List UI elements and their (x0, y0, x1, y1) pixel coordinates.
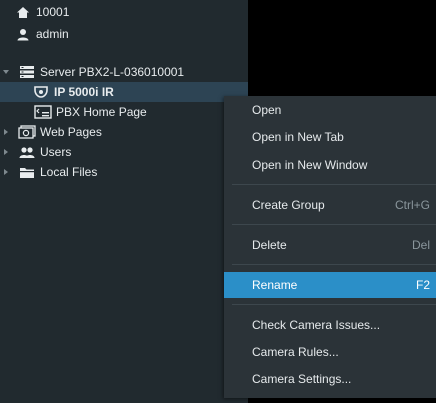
tree-item-label: Web Pages (40, 125, 102, 139)
tree-item-label: IP 5000i IR (54, 85, 114, 99)
home-icon (14, 4, 32, 20)
tree-item-pbx-home-page[interactable]: PBX Home Page (0, 102, 248, 122)
menu-item-label: Check Camera Issues... (252, 318, 381, 332)
tree-item-label: Server PBX2-L-036010001 (40, 65, 185, 79)
menu-item-check-camera-issues[interactable]: Check Camera Issues... (224, 312, 436, 338)
collapse-arrow-icon[interactable] (2, 122, 10, 142)
menu-item-open[interactable]: Open (224, 97, 436, 123)
menu-item-shortcut: Ctrl+G (394, 198, 430, 212)
tree-item-local-files[interactable]: Local Files (0, 162, 248, 182)
collapse-arrow-icon[interactable] (2, 142, 10, 162)
tree-item-label: PBX Home Page (56, 105, 147, 119)
menu-item-shortcut: Del (411, 238, 430, 252)
user-icon (14, 26, 32, 42)
menu-item-open-in-new-tab[interactable]: Open in New Tab (224, 124, 436, 150)
menu-item-camera-rules[interactable]: Camera Rules... (224, 339, 436, 365)
tree-item-users[interactable]: Users (0, 142, 248, 162)
menu-item-shortcut: F2 (415, 278, 430, 292)
tree-item-server[interactable]: Server PBX2-L-036010001 (0, 62, 248, 82)
expand-arrow-icon[interactable] (2, 62, 10, 82)
menu-item-create-group[interactable]: Create Group Ctrl+G (224, 192, 436, 218)
menu-item-label: Camera Rules... (252, 345, 339, 359)
server-icon (18, 64, 36, 80)
context-menu: Open Open in New Tab Open in New Window … (224, 96, 436, 398)
menu-item-camera-settings[interactable]: Camera Settings... (224, 366, 436, 392)
webpage-icon (34, 104, 52, 120)
menu-separator (232, 304, 436, 305)
menu-item-rename[interactable]: Rename F2 (224, 272, 436, 298)
folder-icon (18, 164, 36, 180)
collapse-arrow-icon[interactable] (2, 162, 10, 182)
menu-item-label: Delete (252, 238, 287, 252)
menu-separator (232, 184, 436, 185)
tree-item-label: 10001 (36, 5, 70, 19)
menu-separator (232, 264, 436, 265)
web-pages-icon (18, 124, 36, 140)
tree-item-user[interactable]: admin (0, 24, 248, 44)
menu-item-label: Create Group (252, 198, 325, 212)
menu-item-label: Rename (252, 278, 298, 292)
tree-item-camera[interactable]: IP 5000i IR (0, 82, 248, 102)
tree-item-label: Users (40, 145, 72, 159)
menu-item-open-in-new-window[interactable]: Open in New Window (224, 152, 436, 178)
menu-item-label: Open in New Window (252, 158, 368, 172)
menu-separator (232, 224, 436, 225)
tree-item-label: Local Files (40, 165, 98, 179)
tree-item-label: admin (36, 27, 69, 41)
tree-item-system[interactable]: 10001 (0, 2, 248, 22)
users-icon (18, 144, 36, 160)
menu-item-label: Open (252, 103, 282, 117)
menu-item-delete[interactable]: Delete Del (224, 232, 436, 258)
camera-icon (32, 84, 50, 100)
tree-item-web-pages[interactable]: Web Pages (0, 122, 248, 142)
menu-item-label: Open in New Tab (252, 130, 344, 144)
menu-item-label: Camera Settings... (252, 372, 352, 386)
resource-tree: 10001 admin Server PBX2-L-036010001 IP 5… (0, 0, 248, 403)
